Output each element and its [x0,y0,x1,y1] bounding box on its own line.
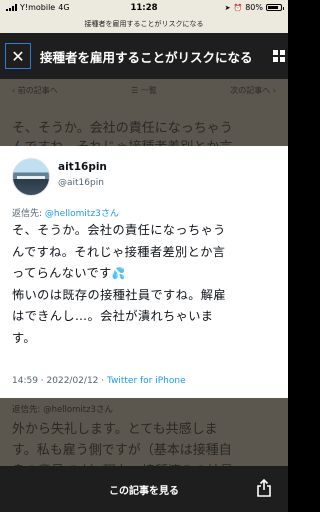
status-bar: Y!mobile 4G 11:28 ➤ ⏰ 80% [0,0,288,15]
alarm-icon: ⏰ [233,3,243,12]
see-article-button[interactable]: この記事を見る [109,482,179,497]
tweet-source-link[interactable]: Twitter for iPhone [107,376,186,386]
tweet-text: そ、そうか。会社の責任になっちゃう んですね。それじゃ接種者差別とか言 ってらん… [12,223,226,345]
reply-to: 返信先: @hellomitz3さん [12,209,119,219]
sweat-drops-emoji: 💦 [111,267,126,280]
bottom-bar: この記事を見る [0,466,288,512]
share-icon[interactable] [256,479,272,497]
grid-menu-icon[interactable] [273,50,285,62]
reply-mention-link[interactable]: @hellomitz3さん [45,209,119,219]
tweet-card[interactable]: ait16pin @ait16pin 返信先: @hellomitz3さん そ、… [0,146,288,398]
screen: Y!mobile 4G 11:28 ➤ ⏰ 80% 接種者を雇用することがリスク… [0,0,288,512]
header-title: 接種者を雇用することがリスクになる [40,49,253,65]
next-article-link[interactable]: 次の記事へ › [230,85,276,96]
battery-icon [266,4,284,11]
list-link[interactable]: ☰ 一覧 [131,85,157,96]
prev-article-link[interactable]: ‹ 前の記事へ [12,85,58,96]
bg-reply-to: 返信先: @hellomitz3さん [12,405,113,415]
tweet-timestamp[interactable]: 14:59 · 2022/02/12 · [12,376,107,386]
avatar[interactable] [12,158,50,196]
url-bar[interactable]: 接種者を雇用することがリスクになる [0,15,288,33]
carrier-label: Y!mobile [20,3,56,12]
network-label: 4G [58,3,70,12]
tweet-author-name[interactable]: ait16pin [58,161,107,173]
tweet-author-handle[interactable]: @ait16pin [58,178,104,188]
status-right: ➤ ⏰ 80% [192,3,284,12]
location-icon: ➤ [224,3,231,12]
status-left: Y!mobile 4G [6,3,96,12]
signal-icon [6,4,17,11]
bg-article-line: す。私も雇う側ですが（基本は接種自 [12,443,232,458]
bg-article-line: んですね。それじゃ接種者差別とか言 [12,136,282,146]
header: ✕ 接種者を雇用することがリスクになる [0,33,288,79]
bg-article-line: 外から失礼します。とても共感しま [12,422,218,437]
article-nav: ‹ 前の記事へ ☰ 一覧 次の記事へ › [0,79,288,101]
url-title: 接種者を雇用することがリスクになる [84,20,204,28]
battery-percent: 80% [245,3,263,12]
close-button[interactable]: ✕ [5,43,31,69]
close-icon: ✕ [11,46,25,66]
bg-article-line: そ、そうか。会社の責任になっちゃう [12,121,233,136]
status-time: 11:28 [130,2,158,13]
tweet-meta: 14:59 · 2022/02/12 · Twitter for iPhone [12,376,186,386]
